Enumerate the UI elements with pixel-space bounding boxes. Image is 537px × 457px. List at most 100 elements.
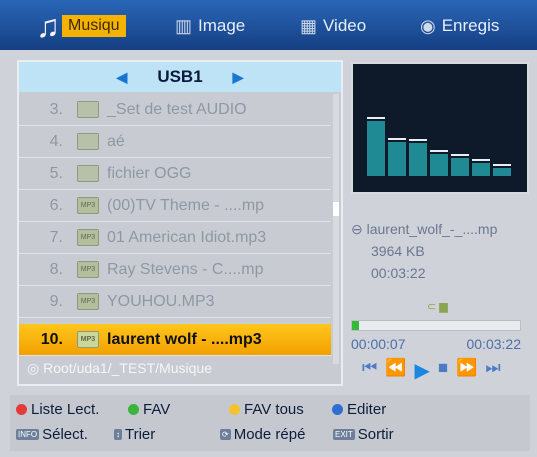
folder-icon [77, 133, 99, 150]
legend-info-label: Sélect. [42, 426, 88, 443]
spectrum-peak [451, 154, 469, 156]
list-item[interactable]: 4. aé [19, 126, 331, 158]
legend-repeat-label: Mode répé [233, 426, 306, 443]
list-item[interactable]: 5. fichier OGG [19, 158, 331, 190]
legend-blue[interactable]: Editer [332, 401, 386, 418]
legend-repeat[interactable]: ⟳ Mode répé [220, 426, 305, 443]
spectrum-bars [367, 117, 511, 176]
legend-sort[interactable]: ↕ Trier [114, 426, 155, 443]
list-item-number: 4. [49, 132, 63, 150]
list-item-name: YOUHOU.MP3 [107, 292, 215, 310]
fast-forward-icon[interactable]: ⏩ [456, 358, 477, 383]
list-item[interactable]: 7. MP3 01 American Idiot.mp3 [19, 222, 331, 254]
list-item-selected[interactable]: 10. MP3 laurent wolf - ....mp3 [19, 324, 331, 356]
tab-record[interactable]: ◉ Enregis [420, 14, 499, 38]
list-item-number: 3. [49, 100, 63, 118]
tab-video[interactable]: ▦ Video [300, 14, 366, 38]
yellow-button-icon [229, 404, 240, 415]
spectrum-visualizer [351, 62, 529, 194]
spectrum-bar [493, 168, 511, 176]
stop-icon[interactable]: ■ [438, 358, 448, 383]
list-item-name: aé [107, 132, 125, 150]
track-duration: 00:03:22 [371, 265, 426, 281]
playback-controls: ⏮ ⏪ ▶ ■ ⏩ ⏭ [362, 358, 501, 383]
track-filename: laurent_wolf_-_....mp [366, 221, 498, 237]
progress-fill [352, 321, 359, 330]
legend-sort-label: Trier [125, 426, 156, 443]
list-scrollbar[interactable] [333, 94, 339, 364]
list-item[interactable]: 9. MP3 YOUHOU.MP3 [19, 286, 331, 318]
film-icon: ▦ [300, 15, 318, 36]
legend-green[interactable]: FAV [128, 401, 170, 418]
scrollbar-thumb[interactable] [333, 202, 339, 216]
legend-red[interactable]: Liste Lect. [16, 401, 99, 418]
spectrum-peak [388, 138, 406, 140]
skip-previous-icon[interactable]: ⏮ [362, 358, 377, 383]
spectrum-peak [367, 117, 385, 119]
list-item-name: (00)TV Theme - ....mp [107, 196, 265, 214]
list-item[interactable]: 6. MP3 (00)TV Theme - ....mp [19, 190, 331, 222]
spectrum-bar [367, 121, 385, 176]
legend-exit-label: Sortir [357, 426, 394, 443]
mp3-file-icon: MP3 [77, 293, 99, 310]
tab-music-label: Musiqu [62, 15, 126, 37]
track-info: ⊖ laurent_wolf_-_....mp 3964 KB 00:03:22 [351, 218, 531, 284]
folder-icon [77, 101, 99, 118]
spectrum-bar [430, 154, 448, 176]
skip-next-icon[interactable]: ⏭ [485, 358, 500, 383]
spectrum-peak [409, 139, 427, 141]
mp3-file-icon: MP3 [77, 197, 99, 214]
arrow-right-icon[interactable]: ▶ [233, 69, 244, 86]
path-icon: ◎ [27, 360, 44, 376]
music-note-icon: ♫ [36, 7, 60, 44]
playback-progress-bar[interactable] [351, 320, 521, 331]
disc-icon: ⊖ [351, 220, 363, 237]
image-icon: ▥ [175, 15, 193, 36]
list-item-name: _Set de test AUDIO [107, 100, 247, 118]
legend-exit[interactable]: EXIT Sortir [333, 426, 394, 443]
legend-green-label: FAV [143, 401, 171, 418]
tab-music[interactable]: ♫ Musiqu [36, 8, 126, 44]
list-item[interactable]: 3. _Set de test AUDIO [19, 94, 331, 126]
spectrum-bar [472, 163, 490, 176]
list-item-name: laurent wolf - ....mp3 [107, 330, 262, 348]
spectrum-bar [388, 142, 406, 176]
legend-yellow[interactable]: FAV tous [229, 401, 304, 418]
list-item-number: 10. [40, 330, 63, 348]
sort-key-icon: ↕ [114, 429, 122, 440]
playback-times: 00:00:07 00:03:22 [351, 336, 521, 352]
legend-blue-label: Editer [347, 401, 387, 418]
current-path: ◎ Root/uda1/_TEST/Musique [27, 360, 212, 377]
source-selector[interactable]: ◀ USB1 ▶ [19, 62, 341, 92]
spectrum-bar [409, 143, 427, 176]
media-tabs-bar: ♫ Musiqu ▥ Image ▦ Video ◉ Enregis [0, 0, 537, 50]
list-item-name: Ray Stevens - C....mp [107, 260, 264, 278]
exit-key-icon: EXIT [333, 429, 355, 440]
legend-red-label: Liste Lect. [31, 401, 100, 418]
path-text: Root/uda1/_TEST/Musique [43, 360, 212, 376]
spectrum-peak [493, 164, 511, 166]
arrow-left-icon[interactable]: ◀ [117, 69, 128, 86]
track-size: 3964 KB [371, 243, 425, 259]
play-icon[interactable]: ▶ [414, 358, 429, 383]
blue-button-icon [332, 404, 343, 415]
list-item[interactable]: 8. MP3 Ray Stevens - C....mp [19, 254, 331, 286]
list-item-number: 8. [49, 260, 63, 278]
rewind-icon[interactable]: ⏪ [385, 358, 406, 383]
button-legend: Liste Lect. FAV FAV tous Editer INFO Sél… [10, 395, 530, 451]
mp3-file-icon: MP3 [77, 261, 99, 278]
mp3-file-icon: MP3 [77, 229, 99, 246]
list-item-number: 6. [49, 196, 63, 214]
folder-icon [77, 165, 99, 182]
tab-image[interactable]: ▥ Image [175, 14, 245, 38]
legend-info[interactable]: INFO Sélect. [16, 426, 88, 443]
file-list-panel: ◀ USB1 ▶ 3. _Set de test AUDIO 4. aé 5. … [17, 60, 343, 386]
mp3-file-icon: MP3 [77, 331, 99, 348]
list-item-number: 7. [49, 228, 63, 246]
list-item-name: 01 American Idiot.mp3 [107, 228, 267, 246]
repeat-folder-icons: ⊂ ▆ [427, 301, 448, 313]
media-player-screen: ♫ Musiqu ▥ Image ▦ Video ◉ Enregis ◀ USB… [0, 0, 537, 457]
legend-yellow-label: FAV tous [244, 401, 304, 418]
info-key-icon: INFO [16, 429, 40, 440]
tab-video-label: Video [323, 16, 367, 35]
